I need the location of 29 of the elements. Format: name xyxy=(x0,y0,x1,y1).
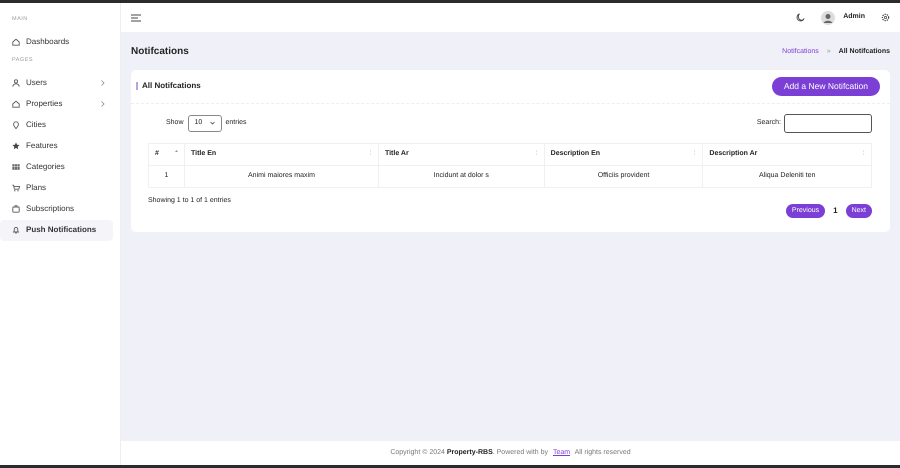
box-icon xyxy=(12,205,20,213)
grid-icon xyxy=(12,163,20,171)
add-notification-button[interactable]: Add a New Notifcation xyxy=(772,77,880,96)
sidebar-item[interactable]: Push Notifications xyxy=(0,220,113,240)
sidebar-item[interactable]: Plans xyxy=(0,178,113,198)
home-icon xyxy=(12,100,20,108)
search-field[interactable] xyxy=(784,114,872,133)
pin-icon xyxy=(12,121,20,129)
sidebar-item[interactable]: Subscriptions xyxy=(0,198,113,220)
caret-icon xyxy=(210,121,215,126)
bell-icon xyxy=(12,226,20,234)
user-icon xyxy=(12,79,20,87)
sidebar-item[interactable]: Properties xyxy=(0,94,113,114)
page-number[interactable]: 1 xyxy=(833,205,838,217)
menu-icon[interactable] xyxy=(131,14,141,22)
star-icon xyxy=(12,142,20,150)
settings-icon[interactable] xyxy=(881,13,890,22)
title-marker-icon xyxy=(136,82,138,90)
page-title: Notifcations xyxy=(131,46,189,58)
avatar-icon[interactable] xyxy=(821,10,836,24)
sidebar-item[interactable]: Users xyxy=(0,72,113,94)
sidebar-item[interactable]: Categories xyxy=(0,156,113,178)
cart-icon xyxy=(12,184,20,192)
card-title: All Notifcations xyxy=(142,80,201,92)
home-icon xyxy=(12,38,20,46)
moon-icon[interactable] xyxy=(796,13,806,22)
sidebar-item[interactable]: Features xyxy=(0,136,113,156)
sidebar-item[interactable]: Cities xyxy=(0,114,113,136)
sidebar-item[interactable]: Dashboards xyxy=(0,31,113,52)
